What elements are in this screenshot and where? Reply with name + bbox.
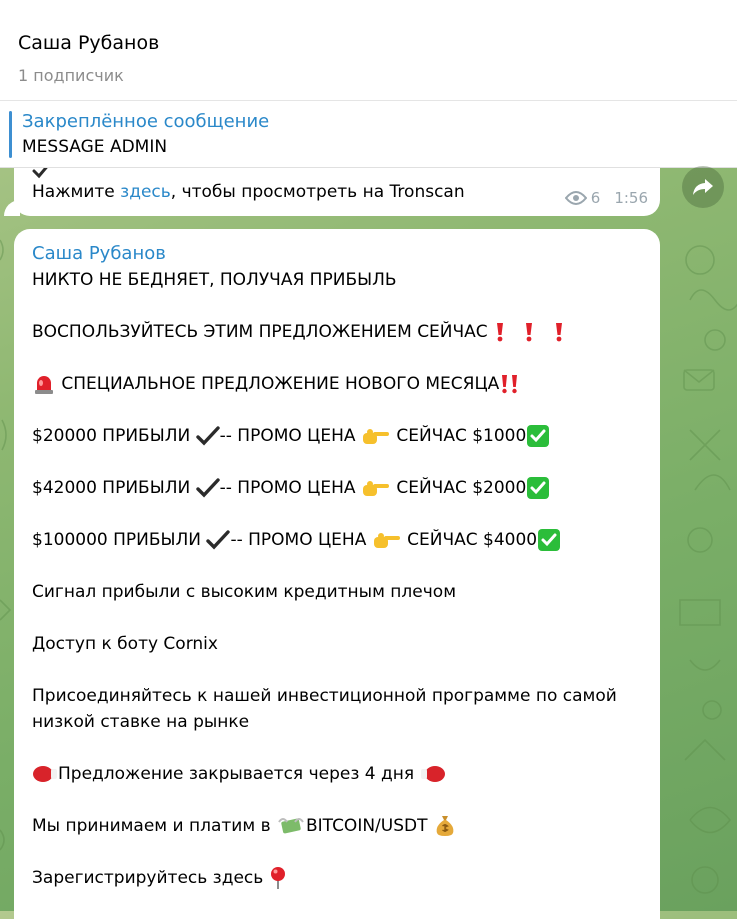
line-text: Сигнал прибыли с высоким кредитным плечо… <box>32 582 457 602</box>
offer-line: $20000 ПРИБЫЛИ -- ПРОМО ЦЕНА СЕЙЧАС $100… <box>32 423 652 449</box>
red-exclamation-icon <box>493 322 507 342</box>
channel-title[interactable]: Саша Рубанов <box>18 32 159 54</box>
boxing-glove-icon <box>32 764 58 784</box>
tronscan-line: Нажмите здесь, чтобы просмотреть на Tron… <box>32 182 465 202</box>
offer-profit: $42000 ПРИБЫЛИ <box>32 478 191 498</box>
money-with-wings-icon <box>276 814 306 838</box>
double-exclamation-icon <box>499 374 521 394</box>
line-text: Доступ к боту Cornix <box>32 634 218 654</box>
window-top-strip <box>0 0 737 18</box>
check-mark-icon <box>32 168 52 179</box>
message-line: Зарегистрируйтесь здесь <box>32 865 652 891</box>
round-pushpin-icon <box>269 866 287 890</box>
chat-header[interactable]: Саша Рубанов 1 подписчик <box>0 18 737 101</box>
pinned-indicator <box>9 111 12 158</box>
pinned-text: MESSAGE ADMIN <box>22 137 168 157</box>
siren-icon <box>32 373 56 395</box>
offer-promo: -- ПРОМО ЦЕНА <box>230 530 367 550</box>
message-line: Доступ к боту Cornix <box>32 631 652 657</box>
money-bag-icon <box>433 814 457 838</box>
line-text: Зарегистрируйтесь здесь <box>32 868 264 888</box>
check-mark-icon <box>195 478 220 498</box>
view-count: 6 <box>590 189 601 207</box>
subscriber-count: 1 подписчик <box>18 66 124 85</box>
tronscan-suffix: , чтобы просмотреть на Tronscan <box>170 182 465 202</box>
pointing-hand-icon <box>372 530 402 550</box>
pinned-message-bar[interactable]: Закреплённое сообщение MESSAGE ADMIN <box>0 101 737 168</box>
line-text: НИКТО НЕ БЕДНЯЕТ, ПОЛУЧАЯ ПРИБЫЛЬ <box>32 270 397 290</box>
cut-off-line <box>32 168 52 180</box>
offer-profit: $20000 ПРИБЫЛИ <box>32 426 191 446</box>
line-text: BITCOIN/USDT <box>306 816 428 836</box>
message-line: НИКТО НЕ БЕДНЯЕТ, ПОЛУЧАЯ ПРИБЫЛЬ <box>32 267 652 293</box>
eye-icon <box>564 191 588 205</box>
check-mark-icon <box>195 426 220 446</box>
message-line: Мы принимаем и платим в BITCOIN/USDT <box>32 813 652 839</box>
pointing-hand-icon <box>361 478 391 498</box>
message-bubble-previous[interactable]: Нажмите здесь, чтобы просмотреть на Tron… <box>14 168 660 216</box>
message-time: 1:56 <box>614 189 648 207</box>
tronscan-link[interactable]: здесь <box>120 182 171 202</box>
message-author[interactable]: Саша Рубанов <box>32 243 166 264</box>
line-text: ВОСПОЛЬЗУЙТЕСЬ ЭТИМ ПРЕДЛОЖЕНИЕМ СЕЙЧАС <box>32 322 488 342</box>
offer-line: $100000 ПРИБЫЛИ -- ПРОМО ЦЕНА СЕЙЧАС $40… <box>32 527 652 553</box>
red-exclamation-icon <box>522 322 536 342</box>
offer-profit: $100000 ПРИБЫЛИ <box>32 530 202 550</box>
red-exclamation-icon <box>552 322 566 342</box>
message-line: Присоединяйтесь к нашей инвестиционной п… <box>32 683 652 735</box>
line-text: Мы принимаем и платим в <box>32 816 271 836</box>
check-mark-icon <box>206 530 231 550</box>
line-text: СПЕЦИАЛЬНОЕ ПРЕДЛОЖЕНИЕ НОВОГО МЕСЯЦА <box>61 374 500 394</box>
share-arrow-icon <box>692 178 714 196</box>
offer-price: СЕЙЧАС $1000 <box>396 426 527 446</box>
message-line: Предложение закрывается через 4 дня <box>32 761 652 787</box>
green-check-box-icon <box>526 424 550 448</box>
message-line: ВОСПОЛЬЗУЙТЕСЬ ЭТИМ ПРЕДЛОЖЕНИЕМ СЕЙЧАС <box>32 319 652 345</box>
green-check-box-icon <box>537 528 561 552</box>
offer-promo: -- ПРОМО ЦЕНА <box>219 426 356 446</box>
message-line: Сигнал прибыли с высоким кредитным плечо… <box>32 579 652 605</box>
line-text: Предложение закрывается через 4 дня <box>58 764 415 784</box>
offer-price: СЕЙЧАС $2000 <box>396 478 527 498</box>
message-meta: 6 1:56 <box>564 189 648 207</box>
pinned-title: Закреплённое сообщение <box>22 111 270 132</box>
pointing-hand-icon <box>361 426 391 446</box>
offer-line: $42000 ПРИБЫЛИ -- ПРОМО ЦЕНА СЕЙЧАС $200… <box>32 475 652 501</box>
share-button[interactable] <box>682 166 724 208</box>
green-check-box-icon <box>526 476 550 500</box>
message-line: СПЕЦИАЛЬНОЕ ПРЕДЛОЖЕНИЕ НОВОГО МЕСЯЦА <box>32 371 652 397</box>
boxing-glove-icon <box>420 764 446 784</box>
offer-promo: -- ПРОМО ЦЕНА <box>219 478 356 498</box>
tronscan-prefix: Нажмите <box>32 182 121 202</box>
offer-price: СЕЙЧАС $4000 <box>407 530 538 550</box>
line-text: Присоединяйтесь к нашей инвестиционной п… <box>32 686 617 732</box>
message-bubble-main[interactable]: Саша Рубанов НИКТО НЕ БЕДНЯЕТ, ПОЛУЧАЯ П… <box>14 229 660 919</box>
